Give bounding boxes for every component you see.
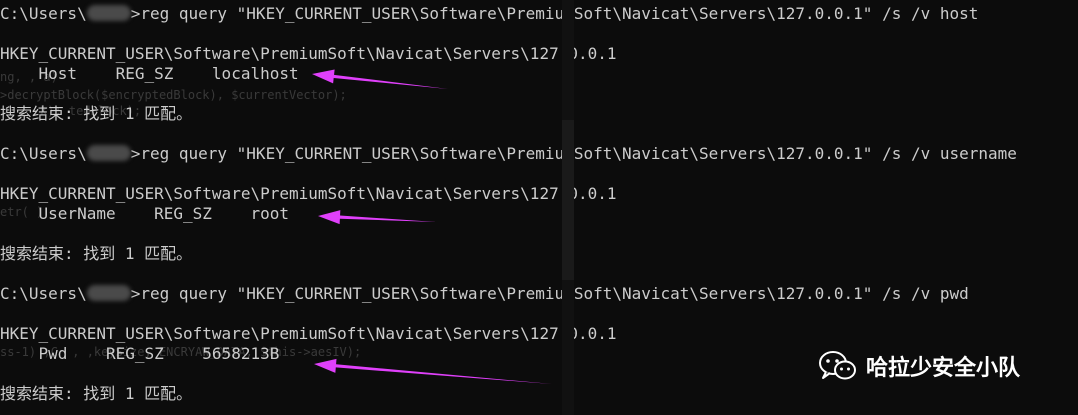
- watermark: 哈拉少安全小队: [818, 350, 1020, 382]
- annotation-arrow: [312, 69, 448, 89]
- wechat-icon: [819, 351, 856, 380]
- annotation-arrow: [314, 358, 552, 384]
- watermark-text: 哈拉少安全小队: [866, 356, 1021, 381]
- annotation-arrow: [318, 210, 436, 225]
